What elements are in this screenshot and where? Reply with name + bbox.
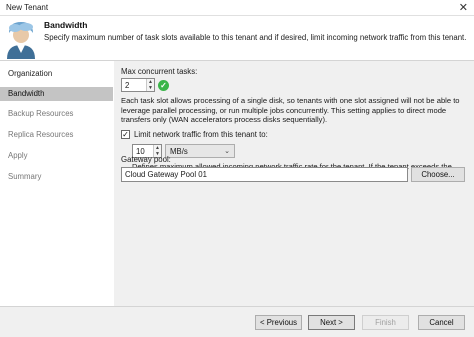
sidebar-item-bandwidth[interactable]: Bandwidth bbox=[0, 87, 113, 101]
title-bar: New Tenant ✕ bbox=[0, 0, 474, 16]
limit-traffic-label[interactable]: Limit network traffic from this tenant t… bbox=[134, 130, 268, 139]
limit-traffic-checkbox[interactable]: ✓ bbox=[121, 130, 130, 139]
sidebar-item-label: Bandwidth bbox=[8, 89, 45, 98]
close-icon[interactable]: ✕ bbox=[459, 1, 468, 15]
traffic-unit-value: MB/s bbox=[170, 147, 188, 156]
wizard-footer: < Previous Next > Finish Cancel bbox=[0, 307, 474, 337]
sidebar-item-label: Backup Resources bbox=[8, 109, 74, 118]
step-description: Specify maximum number of task slots ava… bbox=[44, 33, 467, 42]
sidebar-item-label: Apply bbox=[8, 151, 28, 160]
cancel-button[interactable]: Cancel bbox=[418, 315, 465, 330]
sidebar-item-summary[interactable]: Summary bbox=[0, 170, 113, 184]
chevron-down-icon[interactable]: ⌄ bbox=[224, 147, 230, 155]
chevron-down-icon[interactable]: ▼ bbox=[147, 85, 154, 91]
traffic-unit-select[interactable]: MB/s ⌄ bbox=[165, 144, 235, 158]
tenant-avatar-icon bbox=[7, 22, 35, 59]
sidebar-item-backup-resources[interactable]: Backup Resources bbox=[0, 107, 113, 121]
sidebar-item-organization[interactable]: Organization bbox=[0, 67, 113, 81]
sidebar-item-apply[interactable]: Apply bbox=[0, 149, 113, 163]
sidebar-item-label: Replica Resources bbox=[8, 130, 74, 139]
gateway-pool-field[interactable]: Cloud Gateway Pool 01 bbox=[121, 167, 408, 182]
window-title: New Tenant bbox=[6, 3, 49, 12]
bandwidth-panel: Max concurrent tasks: 2 ▲ ▼ ✓ Each task s… bbox=[114, 61, 474, 306]
gateway-pool-value: Cloud Gateway Pool 01 bbox=[125, 170, 207, 179]
sidebar-item-replica-resources[interactable]: Replica Resources bbox=[0, 128, 113, 142]
choose-gateway-button[interactable]: Choose... bbox=[411, 167, 465, 182]
max-tasks-value: 2 bbox=[125, 81, 130, 90]
sidebar-item-label: Organization bbox=[8, 69, 53, 78]
max-tasks-stepper[interactable]: 2 ▲ ▼ bbox=[121, 78, 155, 92]
wizard-header: Bandwidth Specify maximum number of task… bbox=[0, 16, 474, 60]
step-title: Bandwidth bbox=[44, 20, 88, 30]
task-slot-help-text: Each task slot allows processing of a si… bbox=[121, 96, 460, 125]
max-tasks-label: Max concurrent tasks: bbox=[121, 67, 198, 76]
finish-button: Finish bbox=[362, 315, 409, 330]
wizard-steps-sidebar: Organization Bandwidth Backup Resources … bbox=[0, 61, 114, 306]
sidebar-item-label: Summary bbox=[8, 172, 42, 181]
previous-button[interactable]: < Previous bbox=[255, 315, 302, 330]
check-ok-icon: ✓ bbox=[158, 80, 169, 91]
next-button[interactable]: Next > bbox=[308, 315, 355, 330]
stepper-arrows[interactable]: ▲ ▼ bbox=[146, 79, 154, 91]
gateway-pool-heading: Gateway pool: bbox=[121, 155, 171, 164]
